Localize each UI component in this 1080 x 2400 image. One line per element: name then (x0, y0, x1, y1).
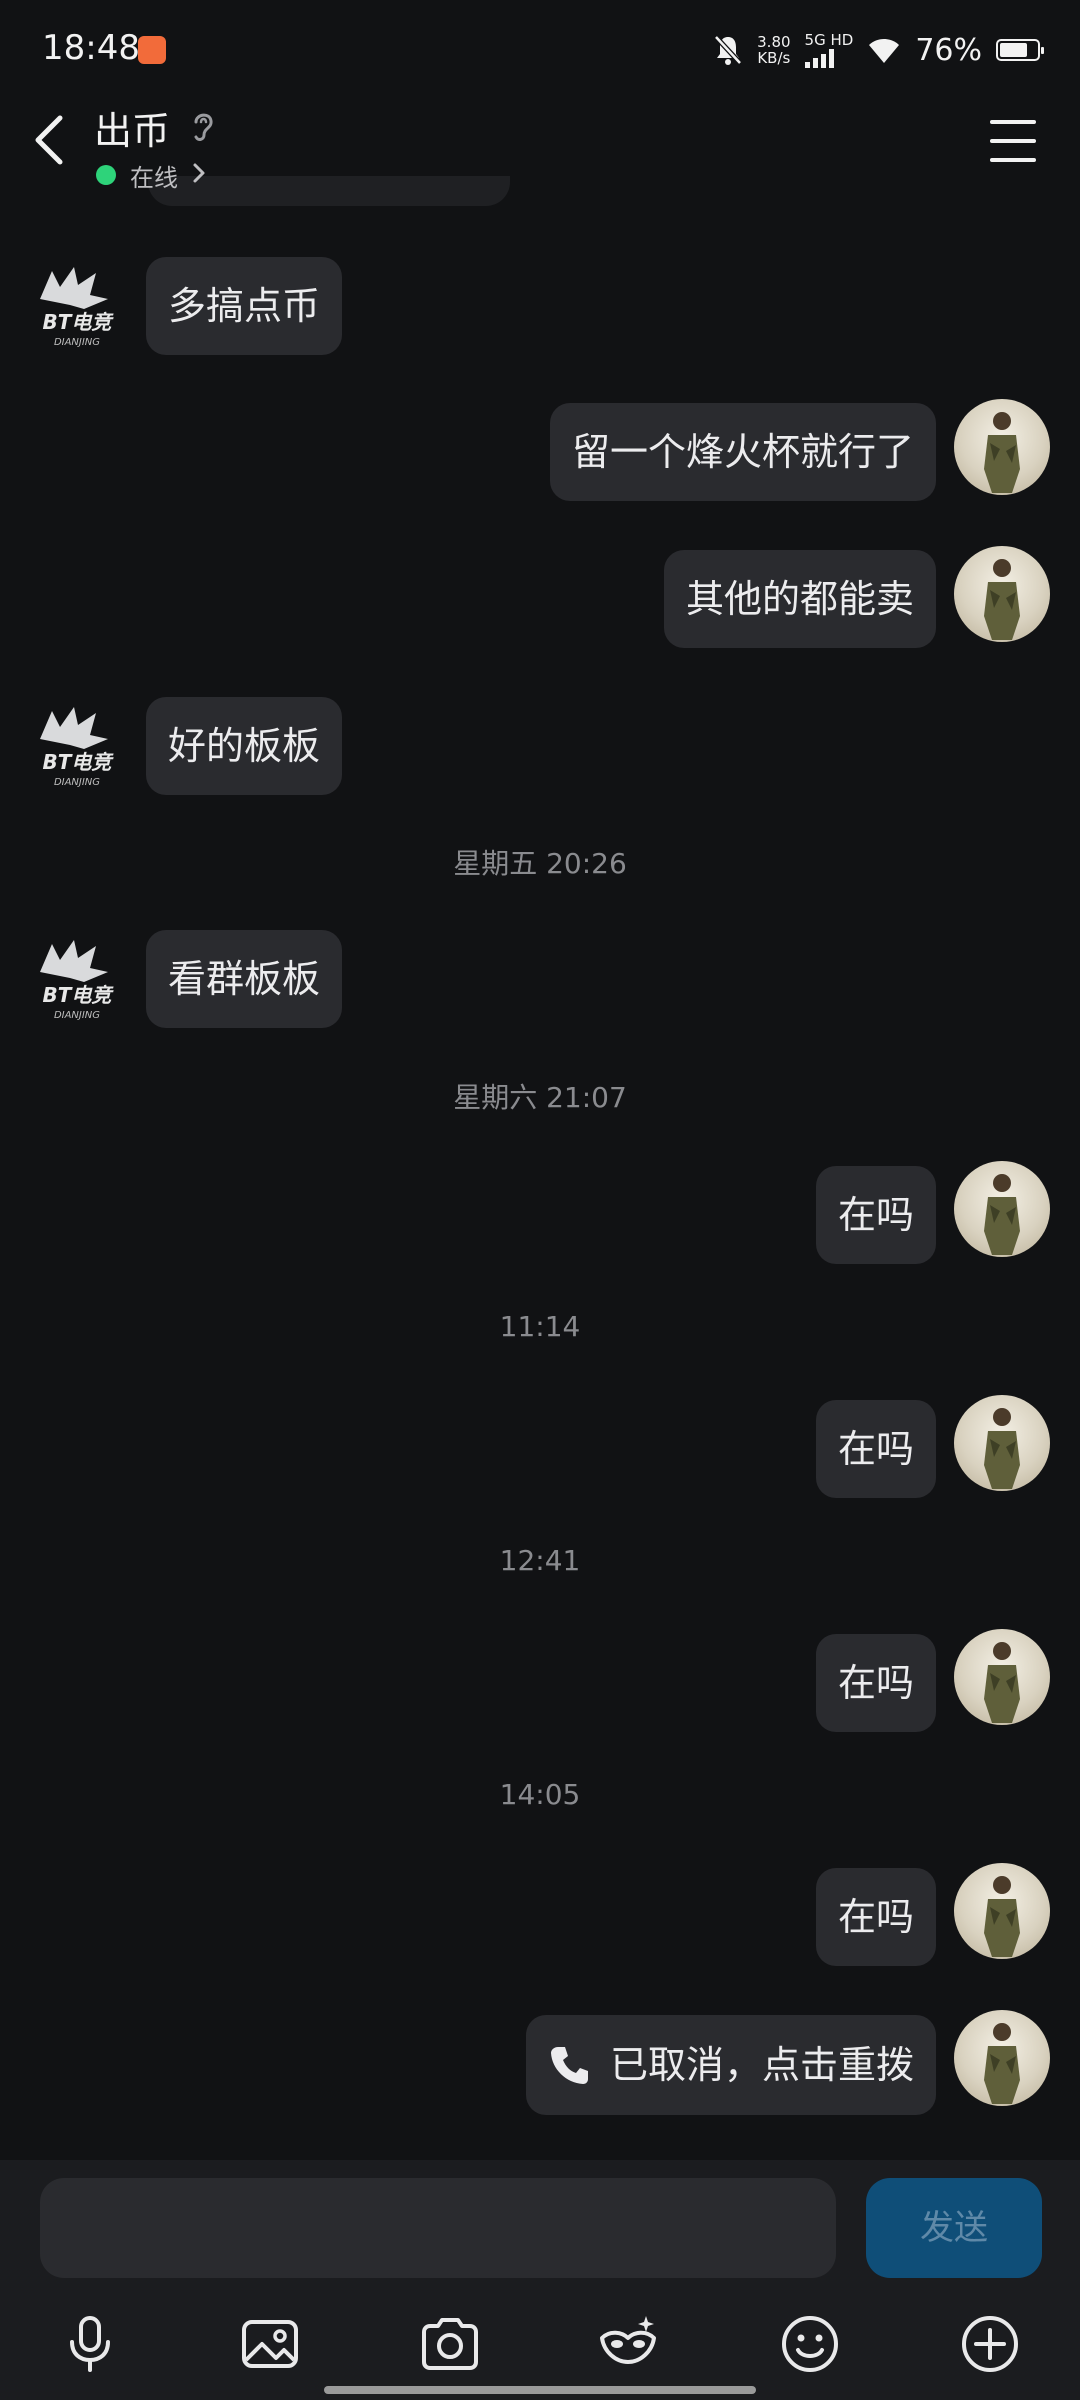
wifi-icon (869, 39, 900, 63)
plus-icon[interactable] (958, 2312, 1022, 2376)
send-button[interactable]: 发送 (866, 2178, 1042, 2278)
back-icon[interactable] (26, 110, 82, 170)
message-bubble[interactable]: 在吗 (815, 1400, 936, 1498)
message-bubble[interactable]: 在吗 (815, 1868, 936, 1966)
contact-avatar[interactable]: BT电竞 DIANJING (30, 932, 124, 1026)
contact-avatar[interactable]: BT电竞 DIANJING (30, 699, 124, 793)
chevron-right-icon[interactable] (190, 160, 208, 186)
network-type-label: 5G HD (804, 31, 854, 49)
soldier-avatar-icon (984, 2023, 1020, 2104)
bt-logo-text: BT电竞 (43, 750, 115, 774)
soldier-avatar-icon (984, 1174, 1020, 1255)
ear-icon[interactable] (188, 108, 218, 144)
timestamp: 12:41 (499, 1544, 581, 1577)
magic-mask-icon[interactable] (596, 2312, 660, 2376)
timestamp: 星期六 21:07 (453, 1081, 627, 1114)
emoji-icon[interactable] (778, 2312, 842, 2376)
timestamp: 14:05 (499, 1778, 581, 1811)
message-bubble[interactable]: 好的板板 (146, 697, 343, 795)
message-bubble[interactable]: 看群板板 (146, 930, 343, 1028)
app-notification-icon (138, 36, 166, 64)
soldier-avatar-icon (984, 1876, 1020, 1957)
soldier-avatar-icon (984, 1642, 1020, 1723)
user-avatar[interactable] (954, 399, 1050, 495)
battery-percent: 76% (915, 32, 982, 68)
call-message-bubble[interactable]: 已取消，点击重拨 (525, 2015, 936, 2115)
microphone-icon[interactable] (58, 2312, 122, 2376)
battery-fill (1000, 43, 1028, 57)
message-bubble[interactable]: 多搞点币 (146, 257, 343, 355)
network-type: 5G HD (804, 31, 854, 68)
message-bubble[interactable]: 其他的都能卖 (663, 550, 936, 648)
call-message-text: 已取消，点击重拨 (609, 2043, 914, 2087)
camera-icon[interactable] (418, 2312, 482, 2376)
contact-avatar[interactable]: BT电竞 DIANJING (30, 259, 124, 353)
bt-logo-subtext: DIANJING (54, 777, 100, 788)
soldier-avatar-icon (984, 1408, 1020, 1489)
net-speed-value: 3.80 (757, 33, 791, 51)
menu-icon[interactable] (990, 120, 1036, 162)
mute-bell-icon (714, 35, 742, 65)
message-bubble[interactable]: 在吗 (815, 1634, 936, 1732)
signal-icon (804, 48, 854, 68)
status-time: 18:48 (42, 28, 140, 68)
online-status-dot (96, 165, 116, 185)
image-icon[interactable] (238, 2312, 302, 2376)
phone-icon (550, 2047, 588, 2084)
user-avatar[interactable] (954, 2010, 1050, 2106)
soldier-avatar-icon (984, 412, 1020, 493)
user-avatar[interactable] (954, 1863, 1050, 1959)
online-status-text[interactable]: 在线 (130, 158, 178, 193)
user-avatar[interactable] (954, 1629, 1050, 1725)
user-avatar[interactable] (954, 1161, 1050, 1257)
chat-title[interactable]: 出币 (94, 100, 170, 155)
net-speed-unit: KB/s (757, 49, 791, 67)
timestamp: 星期五 20:26 (453, 847, 627, 880)
user-avatar[interactable] (954, 546, 1050, 642)
status-icons: 3.80 KB/s 5G HD 76% (713, 24, 1044, 76)
bt-logo-subtext: DIANJING (54, 1010, 100, 1021)
bt-logo-icon: BT电竞 DIANJING (40, 267, 115, 348)
message-bubble[interactable]: 在吗 (815, 1166, 936, 1264)
message-input[interactable] (40, 2178, 836, 2278)
soldier-avatar-icon (984, 559, 1020, 640)
bt-logo-icon: BT电竞 DIANJING (40, 707, 115, 788)
home-indicator[interactable] (324, 2386, 756, 2394)
battery-icon (996, 39, 1044, 61)
user-avatar[interactable] (954, 1395, 1050, 1491)
bt-logo-icon: BT电竞 DIANJING (40, 940, 115, 1021)
bt-logo-subtext: DIANJING (54, 337, 100, 348)
message-bubble[interactable]: 留一个烽火杯就行了 (549, 403, 936, 501)
bt-logo-text: BT电竞 (43, 983, 115, 1007)
timestamp: 11:14 (499, 1310, 581, 1343)
net-speed: 3.80 KB/s (757, 34, 790, 66)
bt-logo-text: BT电竞 (43, 310, 115, 334)
